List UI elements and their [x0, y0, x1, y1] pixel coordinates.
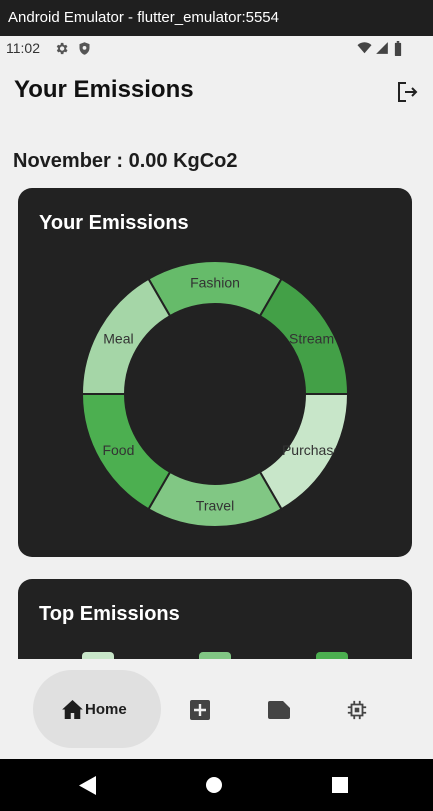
pie-label-meal: Meal [103, 330, 133, 346]
month-emissions-summary: November : 0.00 KgCo2 [13, 150, 238, 172]
back-icon[interactable] [79, 776, 97, 795]
system-navigation-bar [0, 759, 433, 811]
emissions-pie-chart: Fashion Stream Purchase Travel Food Meal [80, 260, 350, 528]
status-time: 11:02 [6, 40, 40, 56]
add-box-icon[interactable] [190, 700, 210, 720]
top-emissions-title: Top Emissions [39, 603, 180, 625]
pie-label-food: Food [102, 442, 134, 458]
home-icon[interactable] [62, 700, 83, 719]
pie-label-purchase: Purchase [282, 442, 341, 458]
battery-icon [394, 41, 402, 56]
emissions-card: Your Emissions Fashion Stream Purchase Trav… [18, 188, 412, 557]
label-icon[interactable] [268, 701, 290, 719]
shield-icon [79, 42, 90, 55]
status-bar: 11:02 [0, 36, 433, 60]
memory-icon[interactable] [346, 699, 368, 721]
wifi-icon [357, 42, 372, 54]
logout-icon[interactable] [394, 80, 420, 104]
signal-icon [376, 42, 388, 54]
settings-icon [56, 42, 68, 55]
pie-label-stream: Stream [289, 330, 334, 346]
pie-label-travel: Travel [196, 498, 234, 514]
pie-label-fashion: Fashion [190, 275, 240, 291]
page-title: Your Emissions [14, 76, 194, 103]
window-title: Android Emulator - flutter_emulator:5554 [0, 0, 433, 36]
nav-home-label[interactable]: Home [85, 701, 127, 718]
home-circle-icon[interactable] [205, 776, 223, 794]
recents-icon[interactable] [332, 777, 348, 793]
